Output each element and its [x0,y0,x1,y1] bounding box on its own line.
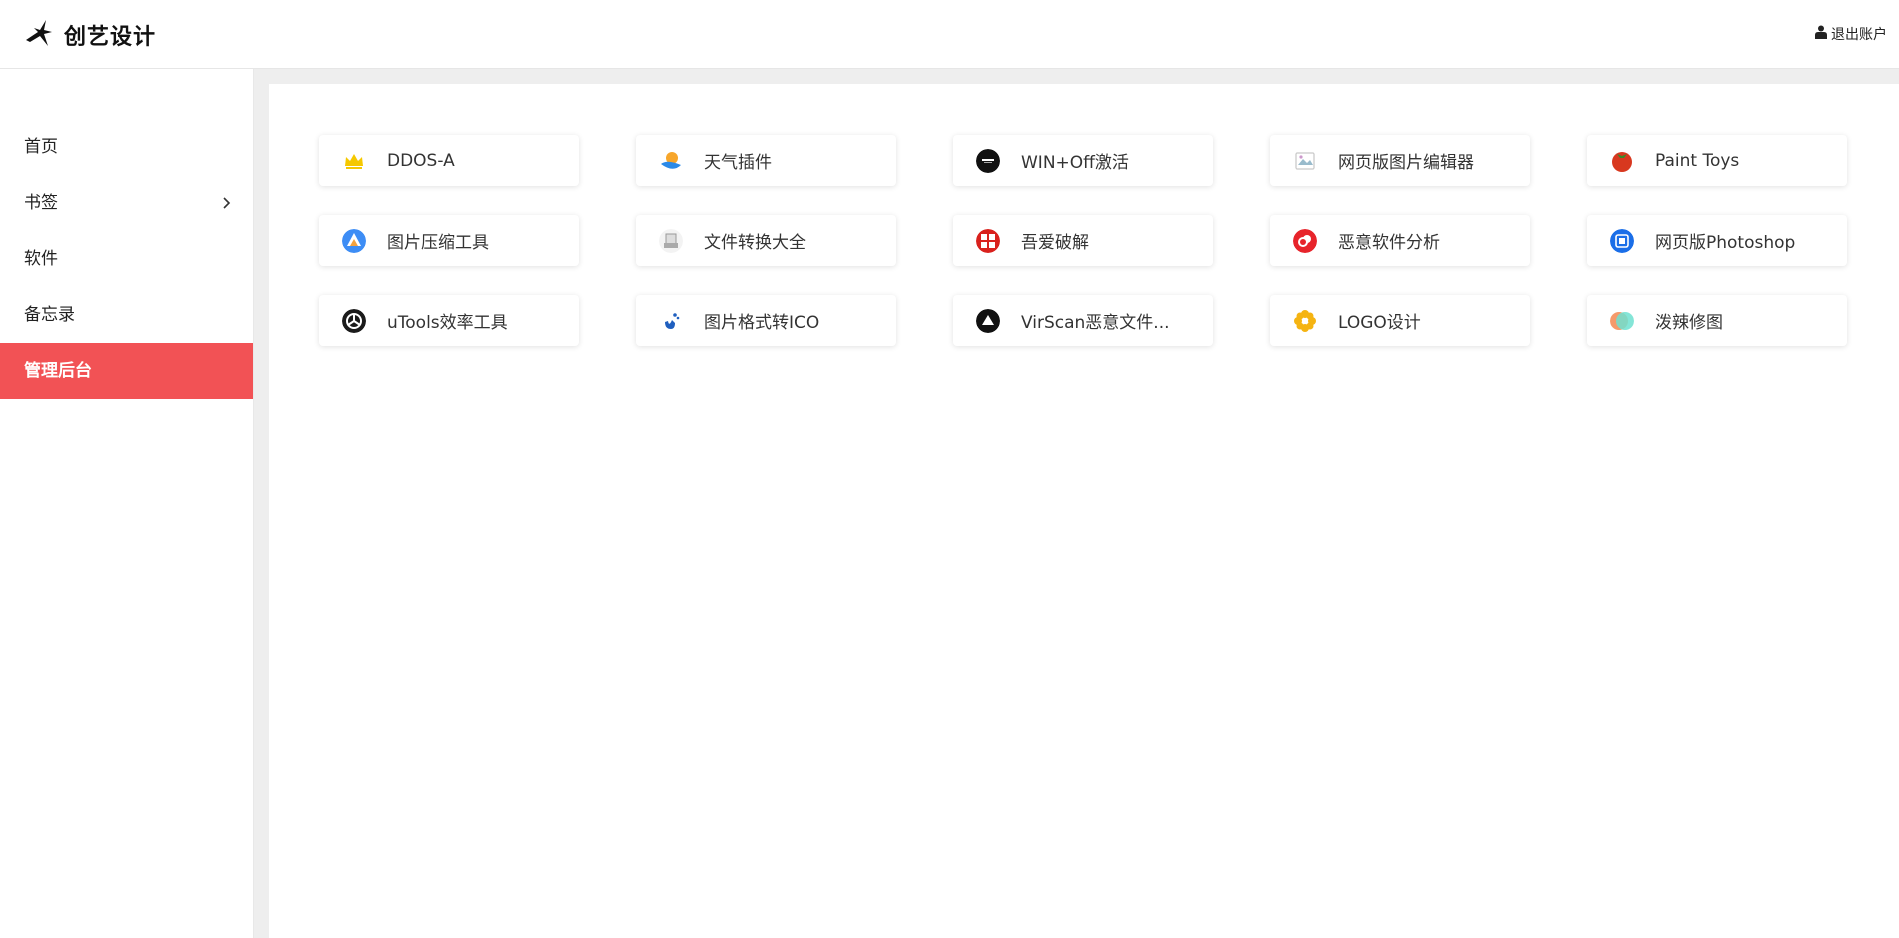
link-card-image-to-ico[interactable]: 图片格式转ICO [636,295,896,346]
52pojie-icon [976,228,1000,253]
sidebar-item-software[interactable]: 软件 [0,231,253,287]
link-card-grid: DDOS-A 天气插件 WIN+Off激活 网页版图片编辑器 Paint Toy… [319,135,1847,346]
brand-logo-icon [24,18,56,52]
link-card-polarr[interactable]: 泼辣修图 [1587,295,1847,346]
link-card-logo-design[interactable]: LOGO设计 [1270,295,1530,346]
brand[interactable]: 创艺设计 [24,18,156,52]
card-label: 天气插件 [704,153,772,173]
card-label: 泼辣修图 [1655,313,1723,333]
card-label: 图片压缩工具 [387,233,489,253]
card-label: 网页版Photoshop [1655,233,1796,253]
link-card-web-image-editor[interactable]: 网页版图片编辑器 [1270,135,1530,186]
link-card-paint-toys[interactable]: Paint Toys [1587,135,1847,186]
link-card-image-compress[interactable]: 图片压缩工具 [319,215,579,266]
logout-button[interactable]: 退出账户 [1815,24,1887,44]
sidebar: 首页 书签 软件 备忘录 管理后台 [0,69,254,938]
sidebar-item-label: 备忘录 [24,305,75,325]
card-label: WIN+Off激活 [1021,153,1129,173]
file-convert-icon [659,228,683,253]
win-office-icon [976,148,1000,173]
crown-icon [342,149,366,173]
link-card-52pojie[interactable]: 吾爱破解 [953,215,1213,266]
link-card-utools[interactable]: uTools效率工具 [319,295,579,346]
link-card-file-convert[interactable]: 文件转换大全 [636,215,896,266]
polarr-icon [1610,309,1634,333]
sidebar-item-memo[interactable]: 备忘录 [0,287,253,343]
card-label: uTools效率工具 [387,313,508,333]
logout-label: 退出账户 [1831,27,1887,43]
card-label: VirScan恶意文件... [1021,313,1170,333]
link-card-win-office[interactable]: WIN+Off激活 [953,135,1213,186]
sidebar-item-label: 书签 [24,193,58,213]
weather-icon [659,149,683,173]
card-label: Paint Toys [1655,150,1740,171]
compress-icon [342,228,366,253]
chevron-right-icon [223,197,231,209]
virscan-icon [976,308,1000,333]
card-label: 恶意软件分析 [1338,233,1440,253]
ico-convert-icon [659,308,683,333]
brand-title: 创艺设计 [64,25,157,50]
flower-icon [1293,308,1317,333]
card-label: 网页版图片编辑器 [1338,153,1474,173]
sidebar-item-home[interactable]: 首页 [0,119,253,175]
link-card-virscan[interactable]: VirScan恶意文件... [953,295,1213,346]
top-header: 创艺设计 退出账户 [0,0,1899,69]
sidebar-item-label: 软件 [24,249,58,269]
card-label: 文件转换大全 [704,233,806,253]
card-label: 吾爱破解 [1021,233,1089,253]
sidebar-item-bookmarks[interactable]: 书签 [0,175,253,231]
malware-analysis-icon [1293,228,1317,253]
sidebar-item-admin[interactable]: 管理后台 [0,343,253,399]
link-card-malware-analysis[interactable]: 恶意软件分析 [1270,215,1530,266]
sidebar-item-label: 管理后台 [24,361,92,381]
link-card-web-photoshop[interactable]: 网页版Photoshop [1587,215,1847,266]
utools-icon [342,308,366,333]
tomato-icon [1610,149,1634,173]
card-label: LOGO设计 [1338,313,1421,333]
card-label: DDOS-A [387,150,455,171]
card-label: 图片格式转ICO [704,313,820,333]
user-icon [1815,25,1831,43]
link-card-ddos-a[interactable]: DDOS-A [319,135,579,186]
photoshop-web-icon [1610,228,1634,253]
link-card-weather-plugin[interactable]: 天气插件 [636,135,896,186]
broken-image-icon [1293,149,1317,173]
sidebar-item-label: 首页 [24,137,58,157]
